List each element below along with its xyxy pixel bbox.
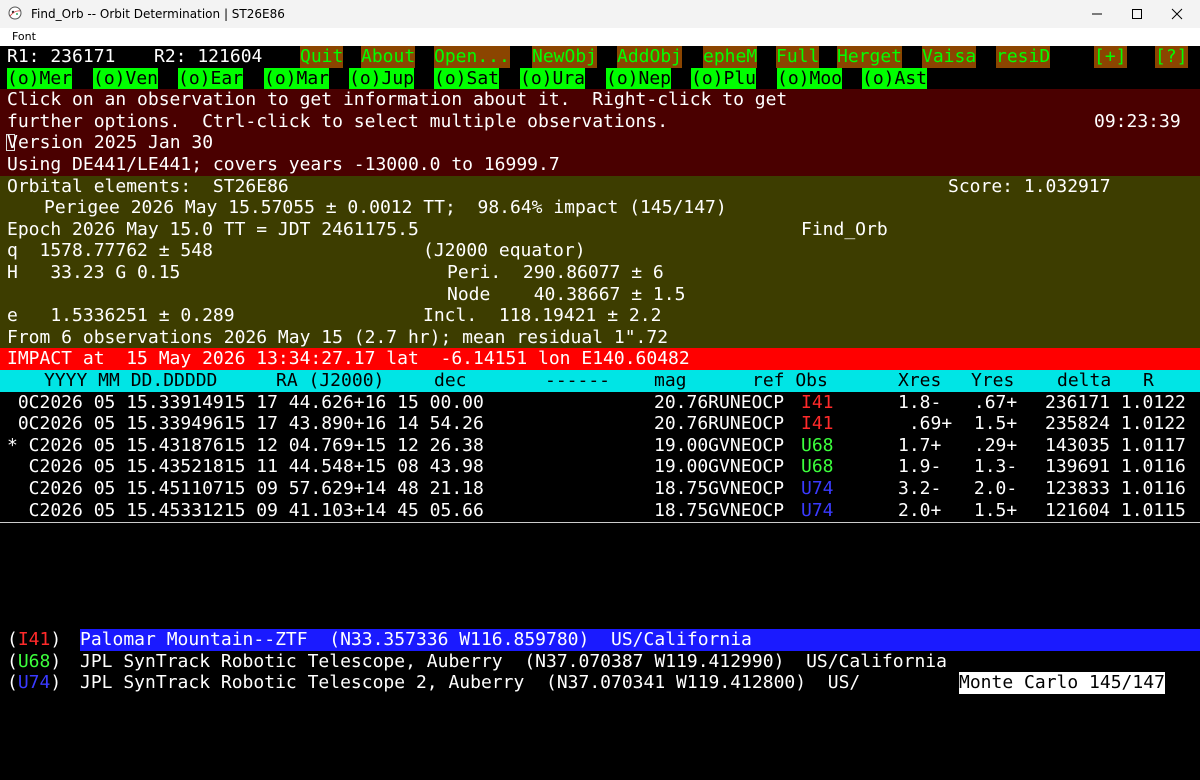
about-button[interactable]: About: [361, 46, 416, 68]
toggle-asteroids[interactable]: (o)Ast: [862, 67, 928, 90]
window-titlebar[interactable]: Find_Orb -- Orbit Determination | ST26E8…: [0, 0, 1200, 28]
toolbar-row: R1: 236171 R2: 121604 Quit About Open...…: [0, 46, 1200, 68]
table-divider: [0, 521, 1200, 523]
help-button[interactable]: [?]: [1155, 46, 1188, 68]
console-screen[interactable]: R1: 236171 R2: 121604 Quit About Open...…: [0, 46, 1200, 694]
find-orb-app-icon: [8, 6, 22, 20]
newobj-button[interactable]: NewObj: [532, 46, 598, 68]
herget-button[interactable]: Herget: [837, 46, 903, 68]
site-line[interactable]: (U68) JPL SynTrack Robotic Telescope, Au…: [0, 651, 1200, 673]
close-icon: [1171, 8, 1183, 20]
h-line: H 33.23 G 0.15 Peri. 290.86077 ± 6: [7, 262, 664, 283]
resid-button[interactable]: resiD: [996, 46, 1051, 68]
epoch-line: Epoch 2026 May 15.0 TT = JDT 2461175.5 F…: [7, 218, 888, 240]
toggle-earth[interactable]: (o)Ear: [178, 67, 244, 90]
menu-font[interactable]: Font: [12, 30, 36, 43]
quit-button[interactable]: Quit: [300, 46, 344, 68]
r2-readout: R2: 121604: [154, 46, 263, 67]
observation-table-header: YYYY MM DD.DDDDD RA (J2000) dec ------ m…: [0, 370, 1200, 392]
toggle-moon[interactable]: (o)Moo: [777, 67, 843, 90]
ephemeris-line: Using DE441/LE441; covers years -13000.0…: [7, 154, 560, 175]
site-code: I41: [17, 629, 51, 651]
version-line: V ersion 2025 Jan 30: [6, 132, 214, 154]
window-title: Find_Orb -- Orbit Determination | ST26E8…: [31, 7, 285, 21]
toggle-pluto[interactable]: (o)Plu: [691, 67, 757, 90]
toggle-mercury[interactable]: (o)Mer: [7, 67, 73, 90]
node-line: Node 40.38667 ± 1.5: [447, 283, 686, 305]
info-line-2: further options. Ctrl-click to select mu…: [7, 110, 1181, 132]
r1-readout: R1: 236171: [7, 46, 116, 67]
obs-code: U68: [801, 434, 834, 456]
score: Score: 1.032917: [948, 175, 1111, 197]
perigee-line: Perigee 2026 May 15.57055 ± 0.0012 TT; 9…: [44, 197, 727, 219]
site-code: U68: [17, 650, 51, 672]
info-line-1: Click on an observation to get informati…: [7, 89, 788, 111]
maximize-icon: [1132, 9, 1142, 19]
full-button[interactable]: Full: [776, 46, 820, 68]
addobj-button[interactable]: AddObj: [617, 46, 683, 68]
toggle-neptune[interactable]: (o)Nep: [606, 67, 672, 90]
planet-toggle-row: (o)Mer (o)Ven (o)Ear (o)Mar (o)Jup (o)Sa…: [0, 67, 1200, 90]
site-code: U74: [17, 672, 51, 694]
observation-row[interactable]: 0C2026 05 15.33949615 17 43.890+16 14 54…: [0, 413, 1200, 435]
toggle-mars[interactable]: (o)Mar: [264, 67, 330, 90]
q-line: q 1578.77762 ± 548 (J2000 equator): [7, 240, 586, 262]
menu-bar: Font: [0, 28, 1200, 46]
vaisa-button[interactable]: Vaisa: [922, 46, 977, 68]
observation-row[interactable]: C2026 05 15.43521815 11 44.548+15 08 43.…: [0, 456, 1200, 478]
observation-row[interactable]: * C2026 05 15.43187615 12 04.769+15 12 2…: [0, 435, 1200, 457]
obs-code: U74: [801, 499, 834, 521]
impact-banner: IMPACT at 15 May 2026 13:34:27.17 lat -6…: [0, 348, 1200, 370]
open-button[interactable]: Open...: [434, 46, 510, 68]
monte-carlo-status: Monte Carlo 145/147: [959, 672, 1165, 694]
observations-summary: From 6 observations 2026 May 15 (2.7 hr)…: [7, 326, 669, 348]
e-line: e 1.5336251 ± 0.289 Incl. 118.19421 ± 2.…: [7, 305, 662, 327]
observation-row[interactable]: C2026 05 15.45110715 09 57.629+14 48 21.…: [0, 478, 1200, 500]
site-line[interactable]: (U74) JPL SynTrack Robotic Telescope 2, …: [0, 672, 1200, 694]
toggle-venus[interactable]: (o)Ven: [93, 67, 159, 90]
observation-row[interactable]: C2026 05 15.45331215 09 41.103+14 45 05.…: [0, 500, 1200, 522]
site-line-selected[interactable]: (I41) Palomar Mountain--ZTF (N33.357336 …: [0, 629, 1200, 651]
observation-row[interactable]: 0C2026 05 15.33914915 17 44.626+16 15 00…: [0, 392, 1200, 414]
obs-code: I41: [801, 391, 834, 413]
expand-button[interactable]: [+]: [1094, 46, 1127, 68]
obs-code: U68: [801, 456, 834, 478]
close-button[interactable]: [1154, 0, 1200, 28]
minimize-icon: [1092, 13, 1102, 15]
toggle-uranus[interactable]: (o)Ura: [520, 67, 586, 90]
obs-code: U74: [801, 478, 834, 499]
toggle-saturn[interactable]: (o)Sat: [434, 67, 500, 90]
obs-code: I41: [801, 413, 834, 435]
elements-header: Orbital elements: ST26E86 Score: 1.03291…: [7, 175, 1111, 197]
toggle-jupiter[interactable]: (o)Jup: [349, 67, 415, 90]
clock: 09:23:39: [1094, 110, 1181, 132]
ephem-button[interactable]: epheM: [703, 46, 758, 68]
